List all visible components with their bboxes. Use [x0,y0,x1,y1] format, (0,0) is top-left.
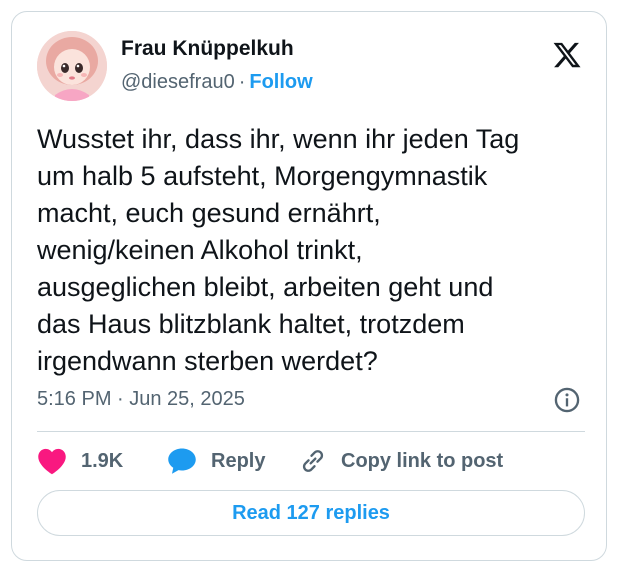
copy-link-button[interactable]: Copy link to post [299,446,503,476]
handle-row: @diesefrau0 · Follow [121,71,313,94]
copy-link-label: Copy link to post [341,449,504,472]
x-logo-icon[interactable] [551,40,583,70]
display-name[interactable]: Frau Knüppelkuh [121,37,294,61]
user-handle[interactable]: @diesefrau0 [121,71,235,93]
doll-avatar-icon [37,31,107,101]
tweet-text: Wusstet ihr, dass ihr, wenn ihr jeden Ta… [37,124,520,376]
follow-button[interactable]: Follow [249,71,312,93]
tweet-card: Frau Knüppelkuh @diesefrau0 · Follow Wusst… [11,11,607,561]
heart-icon [38,448,66,475]
like-button[interactable]: 1.9K [37,446,123,476]
timestamp[interactable]: 5:16 PM · Jun 25, 2025 [37,388,245,411]
divider [37,431,585,432]
like-count: 1.9K [81,449,124,472]
info-icon[interactable] [553,386,581,414]
action-bar: 1.9K Reply Copy link to post [37,446,585,476]
speech-bubble-icon [168,448,196,474]
avatar[interactable] [37,31,107,101]
read-replies-button[interactable]: Read 127 replies [37,490,585,536]
separator-dot: · [238,71,246,93]
reply-label: Reply [211,449,266,472]
reply-button[interactable]: Reply [167,446,265,476]
link-icon [302,450,324,472]
